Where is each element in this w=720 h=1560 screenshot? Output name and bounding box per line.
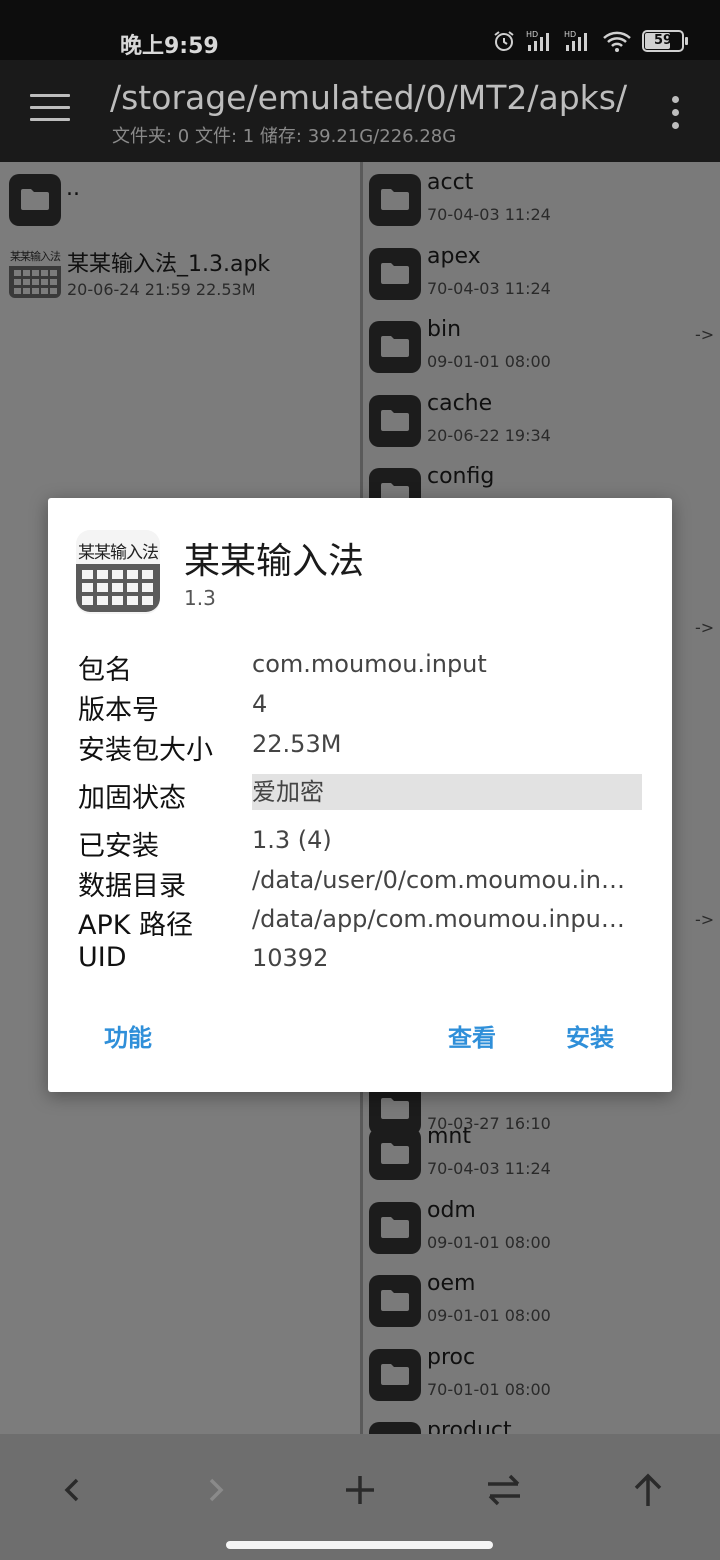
folder-date: 09-01-01 08:00 — [427, 1233, 551, 1252]
symlink-marker: -> — [695, 618, 715, 637]
status-icons: HD HD 59 — [492, 26, 688, 56]
folder-name: cache — [427, 391, 493, 416]
folder-icon — [369, 174, 421, 226]
installed-label: 已安装 — [78, 831, 159, 862]
folder-name: apex — [427, 244, 481, 269]
folder-date: 20-06-22 19:34 — [427, 426, 551, 445]
folder-icon — [369, 1349, 421, 1401]
app-version: 1.3 — [184, 586, 216, 610]
path-summary: 文件夹: 0 文件: 1 储存: 39.21G/226.28G — [112, 126, 457, 147]
folder-name: odm — [427, 1198, 476, 1223]
app-title: 某某输入法 — [184, 541, 365, 582]
folder-icon — [369, 1422, 421, 1434]
apk-path-label: APK 路径 — [78, 910, 194, 941]
add-icon[interactable] — [332, 1462, 388, 1518]
app-icon-label: 某某输入法 — [78, 543, 159, 563]
folder-date: 09-01-01 08:00 — [427, 352, 551, 371]
current-path[interactable]: /storage/emulated/0/MT2/apks/ — [110, 78, 627, 117]
app-icon: 某某输入法 — [76, 530, 160, 614]
apk-icon: 某某输入法 — [8, 248, 62, 302]
more-options-icon[interactable] — [668, 96, 682, 130]
folder-name: config — [427, 464, 495, 489]
forward-icon[interactable] — [188, 1462, 244, 1518]
protection-status-value[interactable]: 爱加密 — [252, 774, 642, 810]
folder-date: 70-04-03 11:24 — [427, 205, 551, 224]
installed-value[interactable]: 1.3 (4) — [252, 826, 632, 854]
folder-name: bin — [427, 317, 462, 342]
folder-icon — [369, 1128, 421, 1180]
folder-icon — [369, 248, 421, 300]
parent-dir-label: .. — [66, 176, 80, 201]
symlink-marker: -> — [695, 325, 715, 344]
folder-icon — [369, 1202, 421, 1254]
toolbar: /storage/emulated/0/MT2/apks/ 文件夹: 0 文件:… — [0, 60, 720, 162]
protection-status-label: 加固状态 — [78, 783, 186, 814]
data-dir-label: 数据目录 — [78, 871, 186, 902]
battery-level: 59 — [653, 33, 673, 48]
view-button[interactable]: 查看 — [448, 1018, 496, 1053]
up-icon[interactable] — [620, 1462, 676, 1518]
svg-text:HD: HD — [564, 30, 576, 39]
hd-signal-icon: HD — [526, 30, 549, 51]
folder-name: acct — [427, 170, 474, 195]
svg-text:HD: HD — [526, 30, 538, 39]
wifi-icon — [603, 31, 631, 52]
battery-icon: 59 — [642, 30, 688, 52]
apk-path-value[interactable]: /data/app/com.moumou.input-… — [252, 905, 632, 933]
apk-info-dialog: 某某输入法 某某输入法 1.3 包名 com.moumou.input 版本号 … — [48, 498, 672, 1092]
uid-value[interactable]: 10392 — [252, 944, 632, 972]
alarm-icon — [494, 31, 514, 51]
install-button[interactable]: 安装 — [566, 1018, 614, 1053]
swap-icon[interactable] — [476, 1462, 532, 1518]
version-code-value[interactable]: 4 — [252, 690, 632, 718]
symlink-marker: -> — [695, 910, 715, 929]
hd-signal-icon: HD — [564, 30, 587, 51]
folder-name: oem — [427, 1271, 476, 1296]
folder-icon — [369, 395, 421, 447]
package-name-value[interactable]: com.moumou.input — [252, 650, 632, 678]
folder-icon — [9, 174, 61, 226]
apk-file-meta: 20-06-24 21:59 22.53M — [67, 280, 256, 299]
package-size-label: 安装包大小 — [78, 735, 213, 766]
home-indicator[interactable] — [226, 1541, 493, 1549]
functions-button[interactable]: 功能 — [104, 1018, 152, 1053]
folder-icon — [369, 1275, 421, 1327]
package-name-label: 包名 — [78, 655, 132, 686]
uid-label: UID — [78, 942, 127, 973]
folder-date: 09-01-01 08:00 — [427, 1306, 551, 1325]
status-time: 晚上9:59 — [120, 34, 219, 59]
menu-icon[interactable] — [30, 94, 70, 126]
data-dir-value[interactable]: /data/user/0/com.moumou.input — [252, 866, 632, 894]
back-icon[interactable] — [44, 1462, 100, 1518]
folder-date: 70-04-03 11:24 — [427, 279, 551, 298]
version-code-label: 版本号 — [78, 695, 159, 726]
folder-name: product — [427, 1418, 512, 1434]
apk-icon-label: 某某输入法 — [10, 250, 61, 263]
folder-name: mnt — [427, 1124, 471, 1149]
apk-file-name: 某某输入法_1.3.apk — [67, 252, 271, 277]
folder-date: 70-01-01 08:00 — [427, 1380, 551, 1399]
folder-icon — [369, 321, 421, 373]
folder-date: 70-04-03 11:24 — [427, 1159, 551, 1178]
folder-name: proc — [427, 1345, 476, 1370]
package-size-value[interactable]: 22.53M — [252, 730, 632, 758]
